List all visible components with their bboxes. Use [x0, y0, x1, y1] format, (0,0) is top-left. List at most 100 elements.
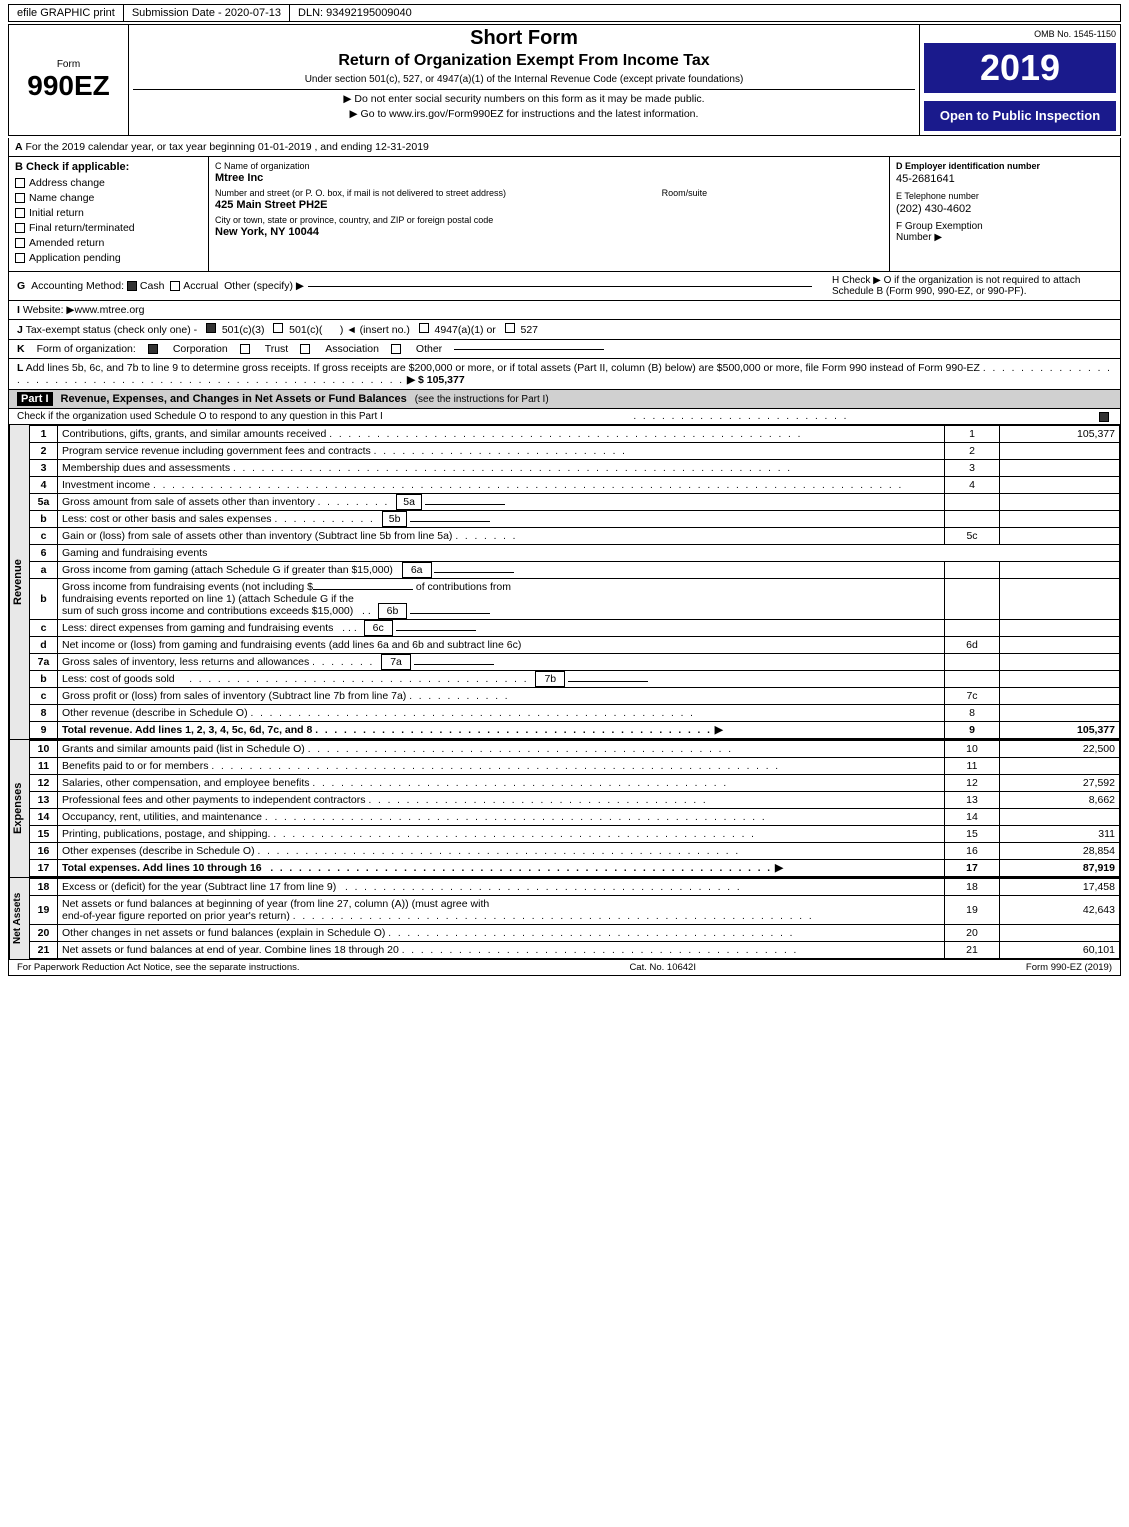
line-2-amount	[1000, 443, 1120, 460]
revenue-table: 1 Contributions, gifts, grants, and simi…	[29, 425, 1120, 739]
line-16-num: 16	[30, 843, 58, 860]
line-5c-ref: 5c	[945, 528, 1000, 545]
line-15-num: 15	[30, 826, 58, 843]
schedule-o-checkbox[interactable]	[1099, 412, 1109, 422]
line-13-amount: 8,662	[1000, 792, 1120, 809]
527-checkbox[interactable]	[505, 323, 515, 333]
line-5a-num: 5a	[30, 494, 58, 511]
revenue-row-6d: d Net income or (loss) from gaming and f…	[30, 637, 1120, 654]
line-14-desc: Occupancy, rent, utilities, and maintena…	[58, 809, 945, 826]
org-name: Mtree Inc	[215, 172, 883, 184]
line-6b-amount	[1000, 579, 1120, 620]
line-11-ref: 11	[945, 758, 1000, 775]
website-row: I Website: ▶www.mtree.org	[8, 301, 1121, 320]
form-of-org-text: Form of organization:	[37, 343, 136, 355]
revenue-row-1: 1 Contributions, gifts, grants, and simi…	[30, 426, 1120, 443]
501c3-label: 501(c)(3)	[222, 324, 265, 336]
address-change-radio[interactable]	[15, 178, 25, 188]
corporation-checkbox[interactable]	[148, 344, 158, 354]
form-label: Form	[57, 59, 80, 70]
net-row-21: 21 Net assets or fund balances at end of…	[30, 942, 1120, 959]
cash-checkbox[interactable]	[127, 281, 137, 291]
application-pending-radio[interactable]	[15, 253, 25, 263]
tax-exempt-text: Tax-exempt status (check only one) -	[26, 324, 198, 336]
final-return-radio[interactable]	[15, 223, 25, 233]
phone-value: (202) 430-4602	[896, 203, 1114, 215]
line-15-ref: 15	[945, 826, 1000, 843]
group-exempt: F Group Exemption Number ▶	[896, 221, 1114, 243]
4947-label: 4947(a)(1) or	[435, 324, 496, 336]
other-org-field[interactable]	[454, 349, 604, 350]
name-change-radio[interactable]	[15, 193, 25, 203]
room-label: Room/suite	[662, 188, 883, 198]
line-6b-desc: Gross income from fundraising events (no…	[58, 579, 945, 620]
ein-label: D Employer identification number	[896, 161, 1114, 171]
line-6a-amount	[1000, 562, 1120, 579]
accrual-checkbox[interactable]	[170, 281, 180, 291]
line-8-num: 8	[30, 705, 58, 722]
line-19-ref: 19	[945, 896, 1000, 925]
footer: For Paperwork Reduction Act Notice, see …	[8, 960, 1121, 976]
revenue-row-5c: c Gain or (loss) from sale of assets oth…	[30, 528, 1120, 545]
name-change-item: Name change	[15, 192, 202, 204]
line-6b-num: b	[30, 579, 58, 620]
part-i-instructions: (see the instructions for Part I)	[415, 394, 549, 405]
address-section: Number and street (or P. O. box, if mail…	[215, 188, 883, 211]
expenses-content: 10 Grants and similar amounts paid (list…	[29, 740, 1120, 877]
line-5b-desc: Less: cost or other basis and sales expe…	[58, 511, 945, 528]
no-ssn-notice: ▶ Do not enter social security numbers o…	[133, 89, 915, 105]
line-11-num: 11	[30, 758, 58, 775]
revenue-row-6a: a Gross income from gaming (attach Sched…	[30, 562, 1120, 579]
association-checkbox[interactable]	[300, 344, 310, 354]
line-13-num: 13	[30, 792, 58, 809]
line-17-amount: 87,919	[1000, 860, 1120, 877]
line-5b-amount	[1000, 511, 1120, 528]
line-12-ref: 12	[945, 775, 1000, 792]
line-7a-amount	[1000, 654, 1120, 671]
line-5a-inline-ref: 5a	[396, 494, 422, 510]
net-row-18: 18 Excess or (deficit) for the year (Sub…	[30, 879, 1120, 896]
main-header: Form 990EZ Short Form Return of Organiza…	[8, 24, 1121, 136]
line-7b-amount	[1000, 671, 1120, 688]
initial-return-radio[interactable]	[15, 208, 25, 218]
line-21-ref: 21	[945, 942, 1000, 959]
amended-return-radio[interactable]	[15, 238, 25, 248]
4947-checkbox[interactable]	[419, 323, 429, 333]
expense-row-16: 16 Other expenses (describe in Schedule …	[30, 843, 1120, 860]
check-b-title: B Check if applicable:	[15, 161, 202, 173]
section-a-label: A	[15, 141, 23, 153]
line-12-num: 12	[30, 775, 58, 792]
line-9-ref: 9	[945, 722, 1000, 739]
submission-date: Submission Date - 2020-07-13	[124, 5, 290, 21]
line-18-num: 18	[30, 879, 58, 896]
line-7c-desc: Gross profit or (loss) from sales of inv…	[58, 688, 945, 705]
under-section: Under section 501(c), 527, or 4947(a)(1)…	[133, 74, 915, 85]
line-8-desc: Other revenue (describe in Schedule O) .…	[58, 705, 945, 722]
name-change-label: Name change	[29, 192, 94, 204]
line-7b-num: b	[30, 671, 58, 688]
trust-checkbox[interactable]	[240, 344, 250, 354]
j-label: J	[17, 324, 23, 336]
line-21-desc: Net assets or fund balances at end of ye…	[58, 942, 945, 959]
line-6d-num: d	[30, 637, 58, 654]
other-org-checkbox[interactable]	[391, 344, 401, 354]
501c3-checkbox[interactable]	[206, 323, 216, 333]
line-7c-ref: 7c	[945, 688, 1000, 705]
line-7a-ref	[945, 654, 1000, 671]
address-label: Number and street (or P. O. box, if mail…	[215, 188, 658, 198]
line-4-amount	[1000, 477, 1120, 494]
ein-col: D Employer identification number 45-2681…	[890, 157, 1120, 271]
line-5a-inline-val	[425, 504, 505, 505]
line-6b-inline-ref: 6b	[378, 603, 408, 619]
line-7a-num: 7a	[30, 654, 58, 671]
expense-row-11: 11 Benefits paid to or for members . . .…	[30, 758, 1120, 775]
b-label: B	[15, 161, 23, 173]
501c-checkbox[interactable]	[273, 323, 283, 333]
line-5b-inline-ref: 5b	[382, 511, 408, 527]
other-field[interactable]	[308, 286, 812, 287]
c-label: C Name of organization	[215, 161, 883, 171]
i-label: I	[17, 304, 20, 316]
line-4-desc: Investment income . . . . . . . . . . . …	[58, 477, 945, 494]
amended-return-label: Amended return	[29, 237, 104, 249]
line-7a-desc: Gross sales of inventory, less returns a…	[58, 654, 945, 671]
